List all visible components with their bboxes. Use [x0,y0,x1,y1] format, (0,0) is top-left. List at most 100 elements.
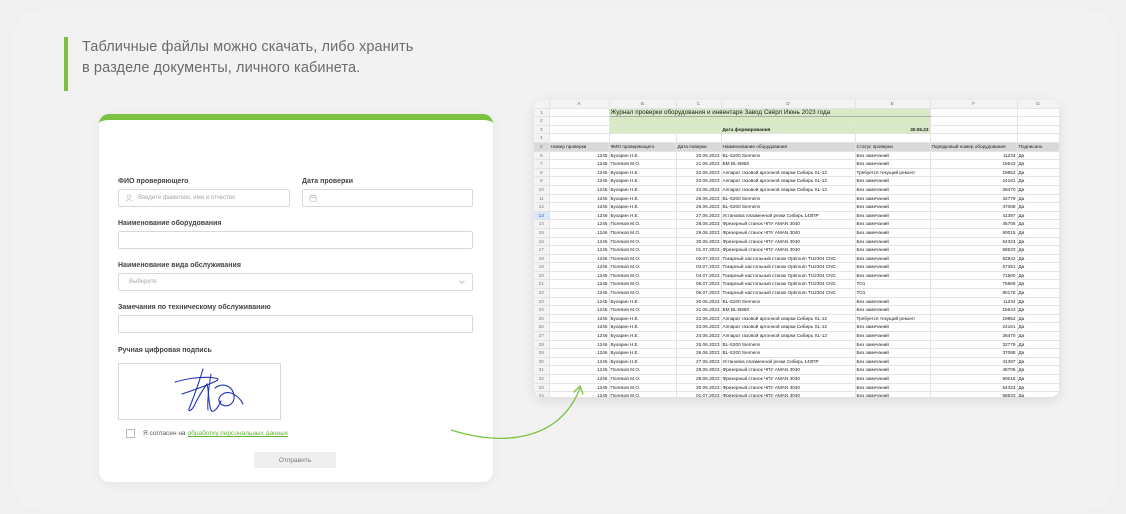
table-header[interactable]: Дата поверки [676,142,722,152]
table-cell[interactable]: BL-S200 Siemens [721,297,856,307]
column-header[interactable]: A [549,100,610,109]
table-header[interactable]: Наименование оборудования [721,142,856,152]
table-cell[interactable]: 67251 [930,262,1018,272]
table-cell[interactable]: Без замечаний [855,357,931,367]
table-cell[interactable]: 15643 [930,159,1018,169]
row-number[interactable]: 19 [534,262,550,272]
signature-pad[interactable] [118,363,281,420]
table-cell[interactable]: BL-S200 Siemens [721,194,856,204]
table-cell[interactable]: Установка плазменной резки Сибирь 140ПР [721,357,856,367]
table-cell[interactable]: 1246 [549,194,610,204]
cell[interactable] [1017,116,1059,126]
table-cell[interactable]: 28.06.2023 [676,365,722,375]
table-cell[interactable]: Без замечаний [855,245,931,255]
column-header[interactable]: F [930,100,1018,109]
table-cell[interactable]: Да [1017,374,1059,384]
table-cell[interactable]: Без замечаний [855,340,931,350]
table-cell[interactable]: 29.06.2023 [676,228,722,238]
row-number[interactable]: 28 [534,340,550,350]
cell[interactable] [609,133,677,143]
cell[interactable] [1017,133,1059,143]
table-cell[interactable]: Да [1017,151,1059,161]
table-cell[interactable]: Фрезерный станок ЧПУ AMAN 3040 [721,237,856,247]
table-cell[interactable]: 1246 [549,262,610,272]
table-cell[interactable]: Бухарин Н.Е. [609,331,677,341]
table-cell[interactable]: 20.06.2023 [676,297,722,307]
table-cell[interactable]: Токарный настольный станок Optimum TU230… [721,288,856,298]
row-number[interactable]: 17 [534,245,550,255]
table-cell[interactable]: Да [1017,383,1059,393]
row-number[interactable]: 33 [534,383,550,393]
table-cell[interactable]: 25.06.2023 [676,194,722,204]
cell[interactable] [549,125,610,135]
column-header[interactable]: D [721,100,856,109]
table-cell[interactable]: Аппарат газовой аргонной сварки Сибирь S… [721,331,856,341]
table-cell[interactable]: Без замечаний [855,391,931,397]
row-number[interactable]: 22 [534,288,550,298]
table-cell[interactable]: 28470 [930,331,1018,341]
table-cell[interactable]: Токарный настольный станок Optimum TU230… [721,271,856,281]
submit-button[interactable]: Отправить [254,452,336,468]
table-cell[interactable]: Бухарин Н.Е. [609,348,677,358]
table-header[interactable]: ФИО проверяющего [609,142,677,152]
service-type-select[interactable]: Выберите [118,273,473,291]
table-cell[interactable]: 1246 [549,237,610,247]
cell[interactable] [609,116,931,126]
table-cell[interactable]: Установка плазменной резки Сибирь 140ПР [721,211,856,221]
cell[interactable] [549,116,610,126]
table-cell[interactable]: 1246 [549,176,610,186]
table-cell[interactable]: 80178 [930,288,1018,298]
table-cell[interactable]: Без замечаний [855,322,931,333]
row-number[interactable]: 8 [534,168,550,178]
table-cell[interactable]: Без замечаний [855,365,931,375]
column-header[interactable]: E [855,100,931,109]
table-cell[interactable]: Без замечаний [855,297,931,307]
row-number[interactable]: 3 [534,125,550,135]
table-cell[interactable]: 19852 [930,168,1018,178]
table-cell[interactable]: 1246 [549,279,610,290]
table-cell[interactable]: Бухарин Н.Е. [609,314,677,324]
cell[interactable] [1017,125,1059,135]
row-number[interactable]: 16 [534,237,550,247]
table-cell[interactable]: 54324 [930,383,1018,393]
table-cell[interactable]: 21.06.2023 [676,159,722,169]
table-cell[interactable]: Без замечаний [855,262,931,272]
table-cell[interactable]: 1246 [549,305,610,315]
table-cell[interactable]: 32779 [930,194,1018,204]
table-cell[interactable]: 1246 [549,271,610,281]
table-cell[interactable]: Без замечаний [855,185,931,195]
table-cell[interactable]: Токарный настольный станок Optimum TU230… [721,262,856,272]
table-cell[interactable]: 1246 [549,228,610,238]
table-cell[interactable]: Требуется текущий ремонт [855,314,931,324]
table-cell[interactable]: Фрезерный станок ЧПУ AMAN 3040 [721,245,856,255]
table-cell[interactable]: 28470 [930,185,1018,195]
table-cell[interactable]: 45706 [930,219,1018,229]
table-cell[interactable]: Аппарат газовой аргонной сварки Сибирь S… [721,168,856,178]
column-header[interactable]: G [1017,100,1059,109]
table-cell[interactable]: Поляков М.О. [609,254,677,264]
table-cell[interactable]: Поляков М.О. [609,228,677,238]
table-cell[interactable]: 19852 [930,314,1018,324]
table-cell[interactable]: 1246 [549,185,610,195]
row-number[interactable]: 23 [534,297,550,307]
table-cell[interactable]: Аппарат газовой аргонной сварки Сибирь S… [721,176,856,186]
table-cell[interactable]: 04.07.2023 [676,271,722,281]
cell[interactable] [1017,108,1059,118]
row-number[interactable]: 7 [534,159,550,169]
table-cell[interactable]: Фрезерный станок ЧПУ AMAN 3040 [721,383,856,393]
row-number[interactable]: 21 [534,279,550,290]
table-cell[interactable]: Да [1017,245,1059,255]
table-cell[interactable]: 05.07.2023 [676,279,722,290]
table-cell[interactable]: Поляков М.О. [609,279,677,290]
cell[interactable] [930,108,1018,118]
table-cell[interactable]: Бухарин Н.Е. [609,340,677,350]
table-cell[interactable]: Поляков М.О. [609,237,677,247]
row-number[interactable]: 10 [534,185,550,195]
table-cell[interactable]: 1246 [549,211,610,221]
table-cell[interactable]: Без замечаний [855,254,931,264]
table-cell[interactable]: 1246 [549,168,610,178]
table-cell[interactable]: 1246 [549,340,610,350]
table-cell[interactable]: Поляков М.О. [609,262,677,272]
table-cell[interactable]: Без замечаний [855,271,931,281]
table-cell[interactable]: Да [1017,297,1059,307]
